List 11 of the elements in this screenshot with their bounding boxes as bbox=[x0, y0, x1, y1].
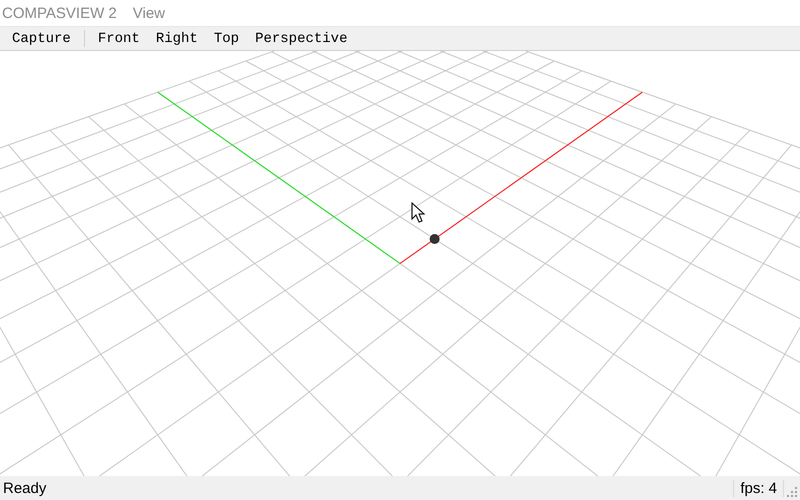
fps-counter: fps: 4 bbox=[733, 480, 784, 496]
cursor-icon bbox=[412, 202, 426, 223]
status-message: Ready bbox=[2, 480, 48, 496]
view-button[interactable]: Top bbox=[206, 28, 248, 49]
point-marker bbox=[430, 234, 440, 244]
resize-grip-icon[interactable] bbox=[786, 486, 798, 498]
app-title: COMPASVIEW 2 bbox=[2, 4, 118, 22]
view-button[interactable]: Perspective bbox=[247, 28, 356, 49]
toolbar-button[interactable]: Capture bbox=[4, 28, 79, 49]
view-button[interactable]: Front bbox=[90, 28, 148, 49]
view-button[interactable]: Right bbox=[148, 28, 206, 49]
